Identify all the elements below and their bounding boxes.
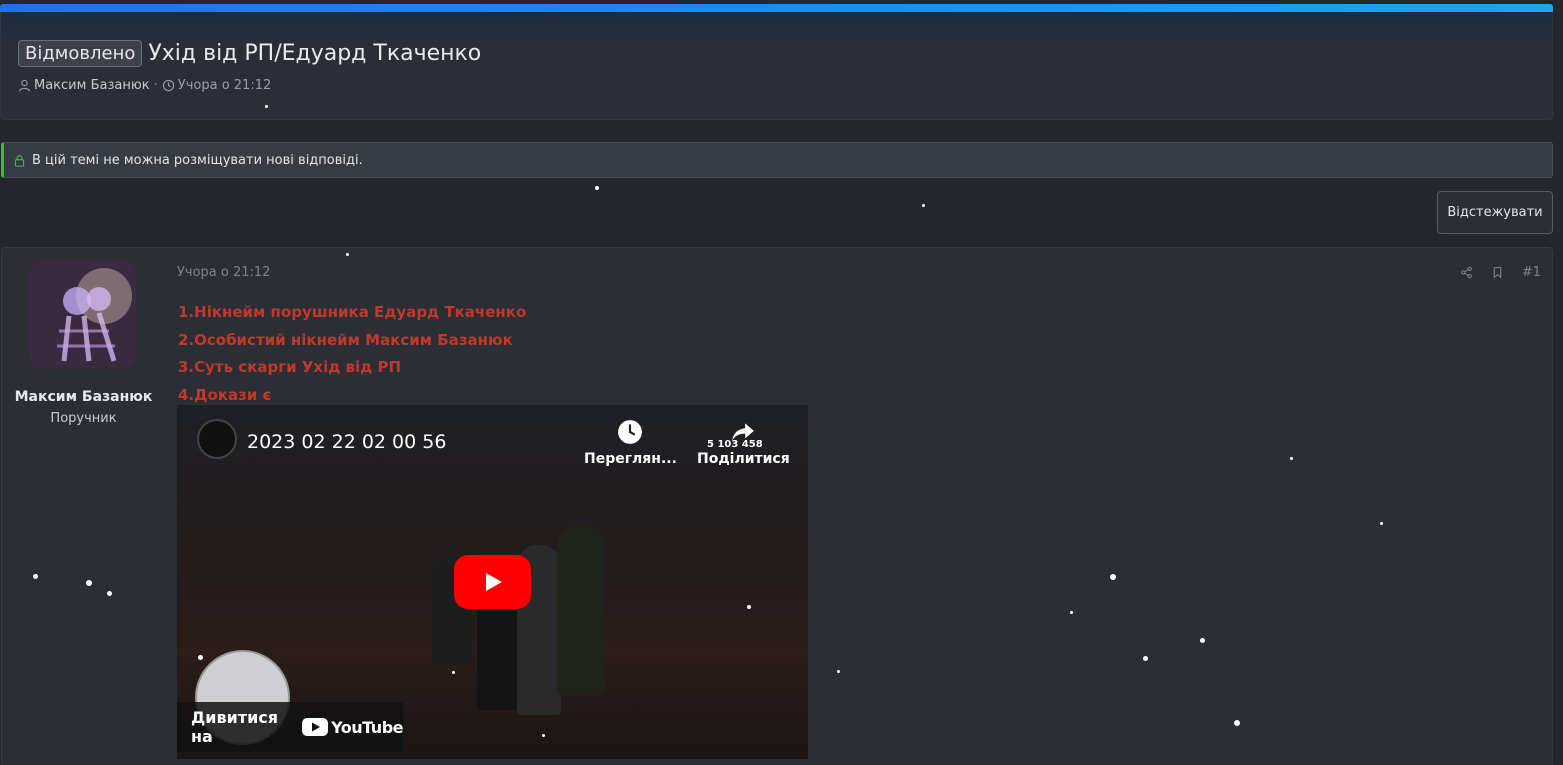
- lock-icon: [14, 154, 25, 167]
- snowflake: [452, 671, 455, 674]
- snowflake: [837, 670, 840, 673]
- snowflake: [1110, 574, 1116, 580]
- post: Максим Базанюк Поручник Учора о 21:12 #1…: [1, 247, 1553, 765]
- youtube-wordmark: YouTube: [331, 717, 403, 737]
- user-icon: [19, 79, 30, 92]
- top-accent-bar: [0, 4, 1553, 12]
- thread-time[interactable]: Учора о 21:12: [162, 78, 271, 93]
- snowflake: [1380, 522, 1383, 525]
- youtube-logo: YouTube: [302, 718, 403, 737]
- snowflake: [1200, 638, 1205, 643]
- snowflake: [107, 591, 112, 596]
- thread-header: Відмовлено Ухід від РП/Едуард Ткаченко М…: [0, 12, 1553, 120]
- post-line: 3.Суть скарги Ухід від РП: [178, 358, 402, 376]
- bookmark-icon[interactable]: [1491, 266, 1504, 279]
- avatar[interactable]: [29, 261, 137, 369]
- watch-later-button[interactable]: Переглян...: [584, 419, 677, 467]
- meta-separator: ·: [153, 78, 158, 93]
- video-channel-avatar[interactable]: [197, 419, 237, 459]
- snowflake: [1143, 656, 1148, 661]
- snowflake: [1070, 611, 1073, 614]
- thread-meta: Максим Базанюк · Учора о 21:12: [18, 78, 271, 93]
- status-badge[interactable]: Відмовлено: [18, 40, 143, 67]
- locked-notice: В цій темі не можна розміщувати нові від…: [1, 142, 1553, 178]
- snowflake: [922, 204, 925, 207]
- share-icon[interactable]: [1460, 266, 1473, 279]
- thread-time-text: Учора о 21:12: [177, 78, 272, 93]
- snowflake: [86, 580, 92, 586]
- watch-on-youtube-button[interactable]: Дивитися на YouTube: [177, 702, 403, 752]
- follow-button[interactable]: Відстежувати: [1437, 191, 1553, 234]
- share-arrow-icon: [732, 423, 755, 441]
- watch-on-label: Дивитися на: [191, 708, 279, 746]
- snowflake: [346, 253, 349, 256]
- post-actions: #1: [1460, 265, 1541, 280]
- snowflake: [198, 655, 203, 660]
- post-body: 1.Нікнейм порушника Едуард Ткаченко 2.Ос…: [178, 299, 526, 409]
- watch-later-label: Переглян...: [584, 451, 677, 467]
- snowflake: [747, 605, 751, 609]
- title-row: Відмовлено Ухід від РП/Едуард Ткаченко: [18, 40, 481, 67]
- snowflake: [33, 574, 38, 579]
- video-share-button[interactable]: Поділитися: [697, 419, 790, 467]
- snowflake: [542, 734, 545, 737]
- youtube-embed[interactable]: 5 103 458 2023 02 22 02 00 56 Переглян..…: [177, 405, 808, 759]
- snowflake: [1290, 457, 1293, 460]
- post-line: 2.Особистий нікнейм Максим Базанюк: [178, 330, 513, 349]
- post-line: 1.Нікнейм порушника Едуард Ткаченко: [178, 303, 527, 321]
- game-character: [557, 525, 605, 695]
- play-button[interactable]: [454, 555, 531, 609]
- thread-author-link[interactable]: Максим Базанюк: [34, 78, 150, 93]
- snowflake: [265, 105, 268, 108]
- video-share-label: Поділитися: [697, 451, 790, 467]
- post-author-name[interactable]: Максим Базанюк: [2, 389, 165, 405]
- snowflake: [595, 186, 599, 190]
- post-number[interactable]: #1: [1522, 265, 1541, 280]
- locked-notice-text: В цій темі не можна розміщувати нові від…: [32, 152, 363, 168]
- youtube-icon: [302, 718, 329, 736]
- post-author-role: Поручник: [50, 411, 117, 426]
- avatar-image: [29, 261, 137, 369]
- snowflake: [1234, 720, 1240, 726]
- post-time[interactable]: Учора о 21:12: [177, 265, 270, 280]
- clock-icon: [162, 79, 174, 92]
- video-title[interactable]: 2023 02 22 02 00 56: [247, 431, 446, 453]
- page-title: Ухід від РП/Едуард Ткаченко: [148, 41, 482, 66]
- play-icon: [485, 573, 502, 591]
- clock-icon: [618, 420, 643, 444]
